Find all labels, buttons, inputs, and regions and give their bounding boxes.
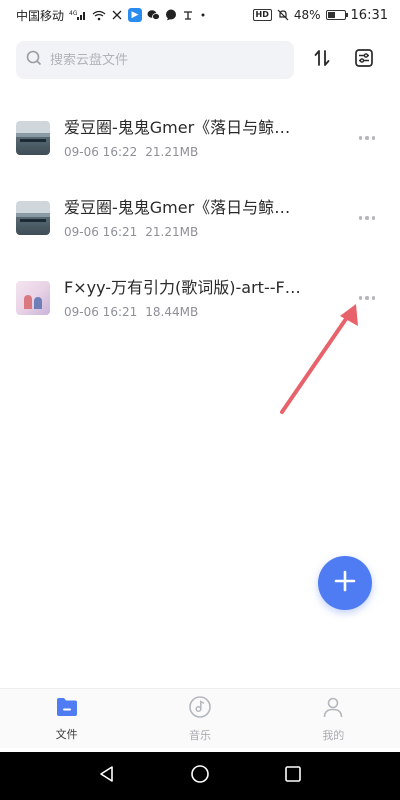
hd-voice-icon: HD [252, 9, 272, 21]
clock: 16:31 [350, 7, 388, 23]
search-icon [26, 50, 42, 70]
app-notification-icon: ▶ [128, 8, 143, 22]
sort-button[interactable] [308, 46, 336, 74]
tab-label: 我的 [322, 728, 345, 742]
file-list-item[interactable]: 爱豆圈-鬼鬼Gmer《落日与鲸鱼》 09-06 16:21 21.21MB [0, 178, 400, 258]
search-input[interactable] [50, 52, 284, 68]
file-date: 09-06 16:21 [64, 225, 138, 239]
tab-label: 音乐 [188, 728, 211, 742]
anime-thumbnail [16, 281, 50, 315]
cellular-signal-icon: 4G [69, 9, 87, 21]
plus-icon [334, 570, 356, 596]
lake-thumbnail [16, 121, 50, 155]
battery-fill [327, 12, 336, 18]
vibrate-icon [111, 9, 123, 21]
more-options-button[interactable] [350, 123, 384, 153]
tab-label: 文件 [55, 727, 78, 741]
message-bubble-icon [165, 9, 177, 21]
file-size: 21.21MB [145, 225, 199, 239]
file-name: 爱豆圈-鬼鬼Gmer《落日与鲸鱼》 [64, 118, 304, 137]
battery-icon [325, 10, 348, 20]
person-icon [321, 695, 345, 723]
mute-bell-icon [277, 9, 289, 21]
nav-back-button[interactable] [92, 761, 122, 791]
file-date: 09-06 16:22 [64, 145, 138, 159]
wechat-icon [147, 9, 160, 21]
back-icon [98, 765, 116, 787]
tab-music[interactable]: 音乐 [160, 695, 240, 743]
nav-recent-button[interactable] [278, 761, 308, 791]
battery-percent: 48% [293, 8, 321, 22]
nav-home-button[interactable] [185, 761, 215, 791]
more-dots-icon [358, 136, 363, 140]
tab-profile[interactable]: 我的 [293, 695, 373, 743]
more-dots-icon [358, 296, 363, 300]
filter-button[interactable] [350, 46, 378, 74]
file-meta: 09-06 16:21 21.21MB [64, 225, 342, 239]
home-icon [190, 764, 210, 788]
file-info: F×yy-万有引力(歌词版)-art--F×yy 09-06 16:21 18.… [64, 277, 342, 319]
file-list-item[interactable]: 爱豆圈-鬼鬼Gmer《落日与鲸鱼》 09-06 16:22 21.21MB [0, 98, 400, 178]
app-screen: 中国移动 4G ▶ HD 48% 16:31 搜索云盘文件 爱豆圈-鬼鬼Gmer… [0, 0, 400, 800]
file-date: 09-06 16:21 [64, 305, 138, 319]
more-options-button[interactable] [350, 203, 384, 233]
app-icon-misc [182, 9, 194, 21]
file-list-item[interactable]: F×yy-万有引力(歌词版)-art--F×yy 09-06 16:21 18.… [0, 258, 400, 338]
add-file-button[interactable] [318, 556, 372, 610]
signal-type-label: 4G [69, 10, 78, 17]
file-meta: 09-06 16:22 21.21MB [64, 145, 342, 159]
filter-settings-icon [354, 48, 374, 72]
search-bar[interactable] [16, 41, 294, 79]
more-notifications-icon [199, 9, 207, 21]
file-name: 爱豆圈-鬼鬼Gmer《落日与鲸鱼》 [64, 198, 304, 217]
status-bar: 中国移动 4G ▶ HD 48% 16:31 [0, 0, 400, 30]
status-bar-right: HD 48% 16:31 [252, 7, 388, 23]
wifi-icon [92, 10, 106, 21]
more-options-button[interactable] [350, 283, 384, 313]
file-info: 爱豆圈-鬼鬼Gmer《落日与鲸鱼》 09-06 16:22 21.21MB [64, 117, 342, 159]
folder-icon [55, 696, 79, 722]
tab-files[interactable]: 文件 [27, 696, 107, 742]
music-disc-icon [188, 695, 212, 723]
more-dots-icon [358, 216, 363, 220]
status-bar-left: 中国移动 4G ▶ [16, 7, 207, 24]
file-size: 18.44MB [145, 305, 199, 319]
file-info: 爱豆圈-鬼鬼Gmer《落日与鲸鱼》 09-06 16:21 21.21MB [64, 197, 342, 239]
file-list: 爱豆圈-鬼鬼Gmer《落日与鲸鱼》 09-06 16:22 21.21MB 爱豆… [0, 98, 400, 338]
file-name: F×yy-万有引力(歌词版)-art--F×yy [64, 278, 304, 297]
recent-apps-icon [284, 765, 302, 787]
lake-thumbnail [16, 201, 50, 235]
file-meta: 09-06 16:21 18.44MB [64, 305, 342, 319]
search-row [16, 40, 386, 80]
carrier-label: 中国移动 [16, 8, 65, 23]
system-nav-bar [0, 752, 400, 800]
sort-icon [312, 48, 332, 72]
file-size: 21.21MB [145, 145, 199, 159]
bottom-tab-bar: 文件 音乐 我的 [0, 688, 400, 748]
